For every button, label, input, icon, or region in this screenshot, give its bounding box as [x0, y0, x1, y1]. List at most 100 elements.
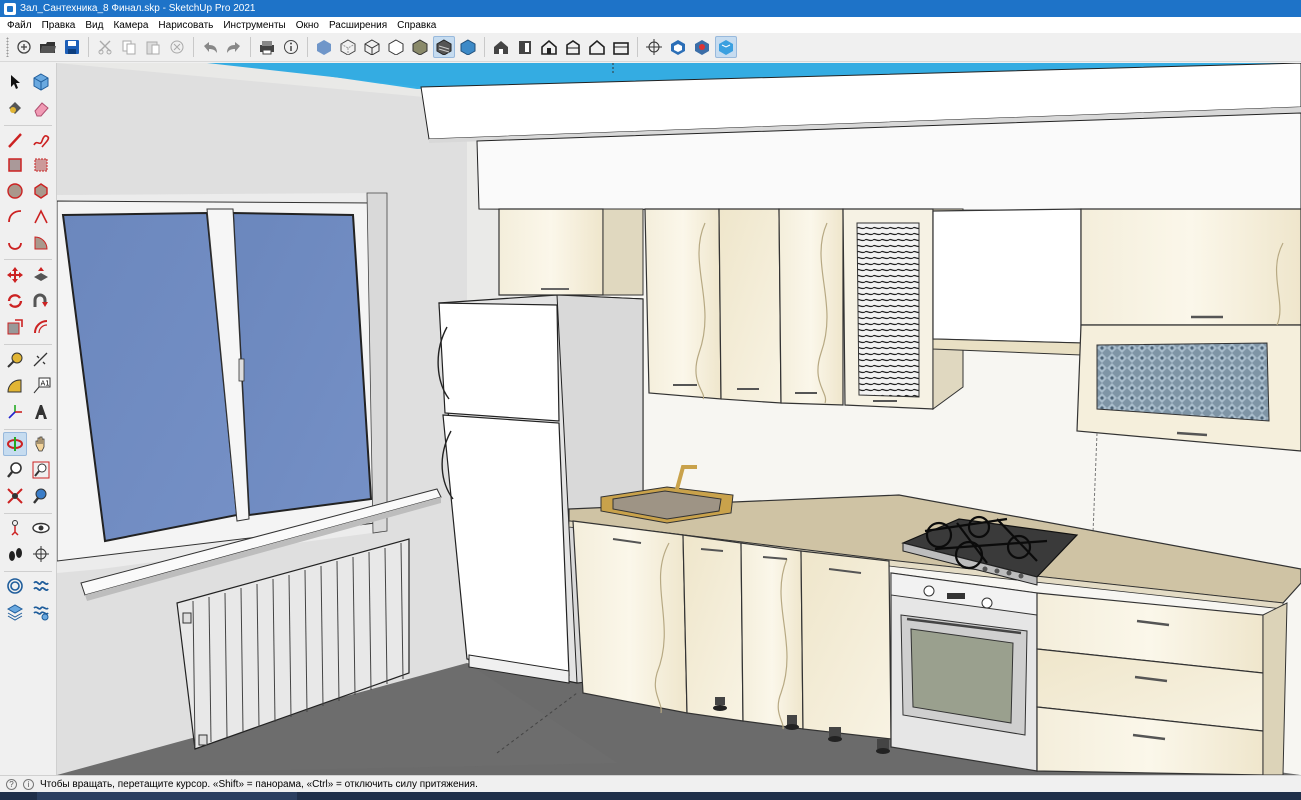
sketchup-app-icon[interactable] — [4, 2, 16, 15]
rotated-rectangle-icon[interactable] — [29, 153, 53, 177]
3d-text-icon[interactable] — [29, 400, 53, 424]
push-pull-icon[interactable] — [29, 263, 53, 287]
axes-icon[interactable] — [3, 400, 27, 424]
sandbox-from-scratch-icon[interactable] — [29, 574, 53, 598]
look-around-icon[interactable] — [29, 516, 53, 540]
title-bar: Зал_Сантехника_8 Финал.skp - SketchUp Pr… — [0, 0, 1301, 17]
save-icon[interactable] — [61, 36, 83, 58]
menu-extensions[interactable]: Расширения — [324, 20, 392, 31]
back-edges-icon[interactable] — [337, 36, 359, 58]
tape-measure-icon[interactable] — [3, 348, 27, 372]
zoom-window-icon[interactable] — [29, 458, 53, 482]
eraser-icon[interactable] — [29, 96, 53, 120]
position-camera-icon[interactable] — [3, 516, 27, 540]
menu-window[interactable]: Окно — [291, 20, 324, 31]
zoom-extents-icon[interactable] — [3, 484, 27, 508]
smoove-icon[interactable] — [3, 600, 27, 624]
menu-help[interactable]: Справка — [392, 20, 441, 31]
component-icon[interactable] — [29, 70, 53, 94]
section-icon[interactable] — [29, 542, 53, 566]
tools-separator — [4, 344, 52, 345]
move-icon[interactable] — [3, 263, 27, 287]
toolbar-separator — [88, 37, 89, 57]
svg-text:A1: A1 — [41, 380, 50, 388]
georef-icon[interactable]: ? — [6, 779, 17, 790]
copy-icon[interactable] — [118, 36, 140, 58]
tools-separator — [4, 259, 52, 260]
scale-icon[interactable] — [3, 315, 27, 339]
warehouse-icon[interactable] — [667, 36, 689, 58]
layout-icon[interactable] — [715, 36, 737, 58]
erase-icon[interactable] — [166, 36, 188, 58]
oven — [890, 572, 1038, 772]
right-view-icon[interactable] — [562, 36, 584, 58]
toolbar-separator — [307, 37, 308, 57]
text-icon[interactable]: A1 — [29, 374, 53, 398]
protractor-icon[interactable] — [3, 374, 27, 398]
offset-icon[interactable] — [29, 315, 53, 339]
dimension-icon[interactable] — [29, 348, 53, 372]
windows-taskbar — [0, 792, 1301, 800]
previous-view-icon[interactable] — [29, 484, 53, 508]
drawer-unit — [1036, 592, 1288, 775]
select-icon[interactable] — [3, 70, 27, 94]
walk-icon[interactable] — [3, 542, 27, 566]
shaded-textures-icon[interactable] — [433, 36, 455, 58]
menu-camera[interactable]: Камера — [108, 20, 153, 31]
redo-icon[interactable] — [223, 36, 245, 58]
menu-file[interactable]: Файл — [2, 20, 37, 31]
new-icon[interactable] — [13, 36, 35, 58]
polygon-icon[interactable] — [29, 179, 53, 203]
paste-icon[interactable] — [142, 36, 164, 58]
stamp-icon[interactable] — [29, 600, 53, 624]
pan-icon[interactable] — [29, 432, 53, 456]
window-title: Зал_Сантехника_8 Финал.skp - SketchUp Pr… — [20, 3, 256, 14]
menu-view[interactable]: Вид — [80, 20, 108, 31]
print-icon[interactable] — [256, 36, 278, 58]
zoom-icon[interactable] — [3, 458, 27, 482]
menu-tools[interactable]: Инструменты — [218, 20, 290, 31]
paint-bucket-icon[interactable] — [3, 96, 27, 120]
menu-edit[interactable]: Правка — [37, 20, 81, 31]
iso-view-icon[interactable] — [490, 36, 512, 58]
front-view-icon[interactable] — [538, 36, 560, 58]
wireframe-icon[interactable] — [361, 36, 383, 58]
undo-icon[interactable] — [199, 36, 221, 58]
main-toolbar — [0, 33, 1301, 62]
top-view-icon[interactable] — [514, 36, 536, 58]
tools-palette: A1 — [0, 63, 57, 775]
instructor-info-icon[interactable]: i — [23, 779, 34, 790]
right-upper-cabinet — [1076, 208, 1301, 452]
arc-icon[interactable] — [3, 205, 27, 229]
cut-icon[interactable] — [94, 36, 116, 58]
model-viewport[interactable] — [57, 63, 1301, 775]
toolbar-grip[interactable] — [6, 37, 9, 57]
follow-me-icon[interactable] — [29, 289, 53, 313]
circle-icon[interactable] — [3, 179, 27, 203]
taskbar-search-box[interactable] — [37, 792, 297, 800]
model-info-icon[interactable] — [280, 36, 302, 58]
xray-icon[interactable] — [313, 36, 335, 58]
upper-cabinets — [644, 208, 964, 410]
hidden-line-icon[interactable] — [385, 36, 407, 58]
2point-arc-icon[interactable] — [29, 205, 53, 229]
menu-draw[interactable]: Нарисовать — [153, 20, 218, 31]
monochrome-icon[interactable] — [457, 36, 479, 58]
toolbar-separator — [484, 37, 485, 57]
shaded-icon[interactable] — [409, 36, 431, 58]
section-plane-icon[interactable] — [643, 36, 665, 58]
orbit-icon[interactable] — [3, 432, 27, 456]
freehand-icon[interactable] — [29, 128, 53, 152]
sandbox-from-contours-icon[interactable] — [3, 574, 27, 598]
extension-warehouse-icon[interactable] — [691, 36, 713, 58]
rotate-icon[interactable] — [3, 289, 27, 313]
open-icon[interactable] — [37, 36, 59, 58]
back-view-icon[interactable] — [586, 36, 608, 58]
rectangle-icon[interactable] — [3, 153, 27, 177]
pie-icon[interactable] — [29, 231, 53, 255]
3point-arc-icon[interactable] — [3, 231, 27, 255]
menu-bar: Файл Правка Вид Камера Нарисовать Инстру… — [0, 17, 1301, 33]
left-view-icon[interactable] — [610, 36, 632, 58]
line-icon[interactable] — [3, 128, 27, 152]
toolbar-separator — [637, 37, 638, 57]
